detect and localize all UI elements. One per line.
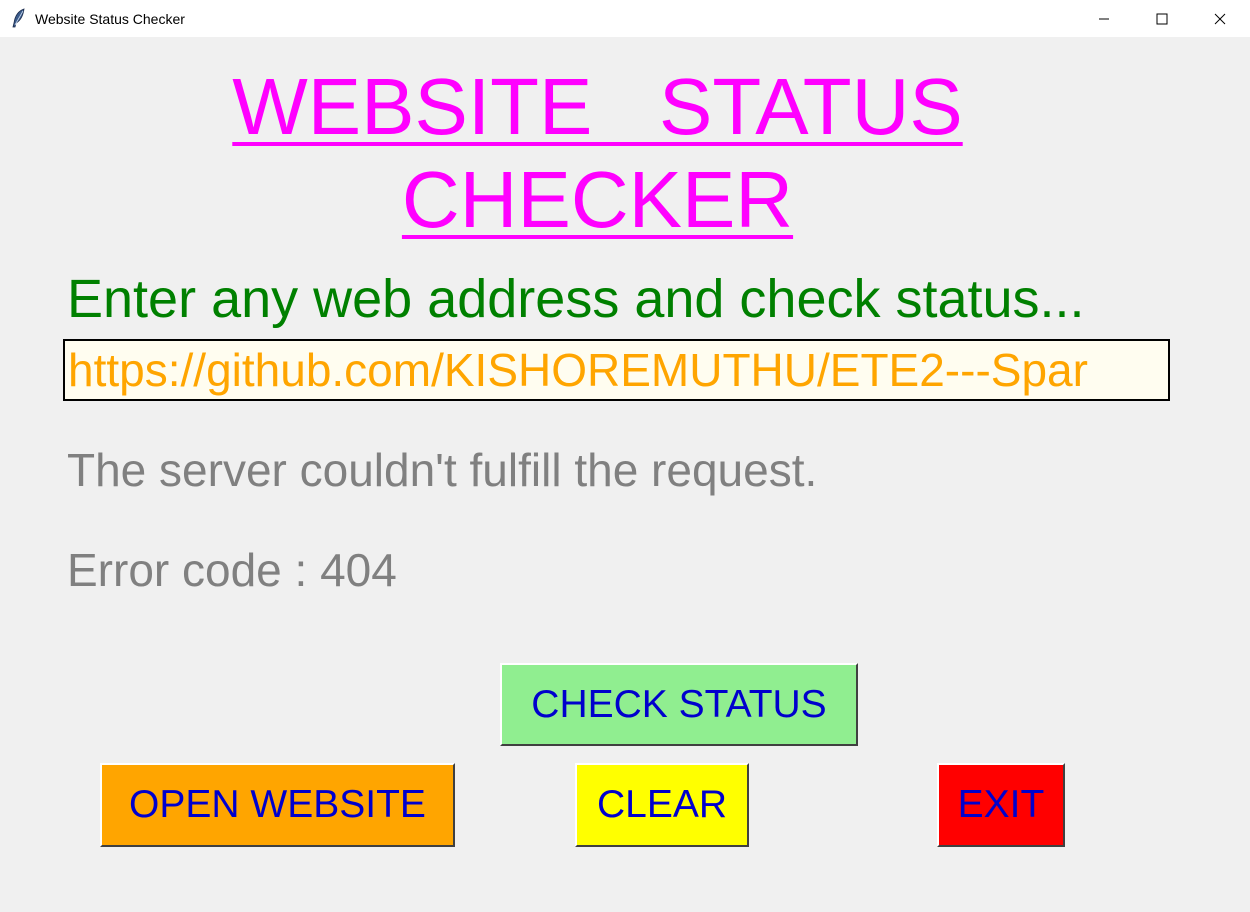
page-title-line-1: WEBSITE STATUS xyxy=(232,62,963,151)
page-title-line-2: CHECKER xyxy=(401,155,794,244)
instruction-label: Enter any web address and check status..… xyxy=(67,269,1085,329)
minimize-button[interactable] xyxy=(1075,0,1133,37)
status-message: The server couldn't fulfill the request. xyxy=(67,444,818,496)
url-entry-box[interactable] xyxy=(63,339,1170,401)
exit-button[interactable]: EXIT xyxy=(937,763,1065,847)
close-button[interactable] xyxy=(1191,0,1249,37)
maximize-icon xyxy=(1156,13,1168,25)
clear-button[interactable]: CLEAR xyxy=(575,763,749,847)
close-icon xyxy=(1214,13,1226,25)
minimize-icon xyxy=(1098,13,1110,25)
maximize-button[interactable] xyxy=(1133,0,1191,37)
check-status-button[interactable]: CHECK STATUS xyxy=(500,663,858,746)
error-code-label: Error code : 404 xyxy=(67,544,397,596)
open-website-button[interactable]: OPEN WEBSITE xyxy=(100,763,455,847)
page-title: WEBSITE STATUS CHECKER xyxy=(170,60,1025,246)
window-title: Website Status Checker xyxy=(35,11,185,27)
app-window: Website Status Checker WEBSITE STATUS CH… xyxy=(0,0,1250,912)
url-input[interactable] xyxy=(65,341,1168,399)
feather-icon xyxy=(10,8,28,28)
title-bar[interactable]: Website Status Checker xyxy=(0,0,1250,37)
